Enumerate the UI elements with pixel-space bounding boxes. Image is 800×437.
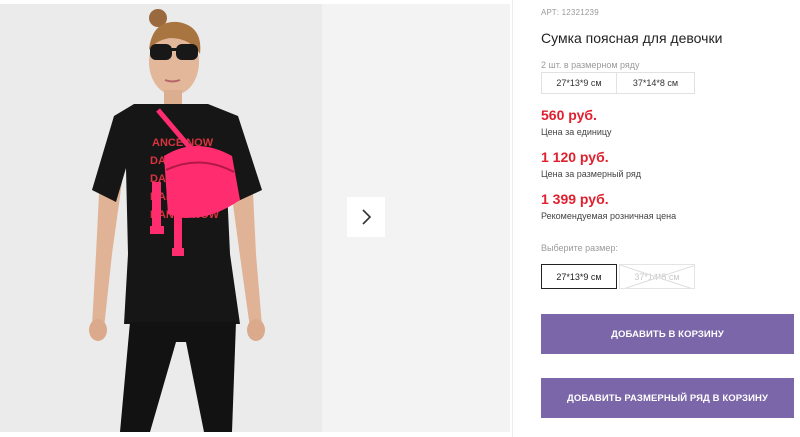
pack-label: 2 шт. в размерном ряду <box>541 60 640 70</box>
product-gallery: ANCE NOW DANCE NOW DANCE NOW DANCE NOW D… <box>0 0 520 437</box>
retail-price-note: Рекомендуемая розничная цена <box>541 211 677 221</box>
unit-price: 560 руб. <box>541 107 597 123</box>
column-divider <box>512 0 513 437</box>
gallery-next-button[interactable] <box>347 197 385 237</box>
size-options: 27*13*9 см 37*14*8 см <box>541 264 695 289</box>
add-to-cart-button[interactable]: ДОБАВИТЬ В КОРЗИНУ <box>541 314 794 354</box>
strike-through-icon <box>620 265 694 288</box>
product-photo[interactable]: ANCE NOW DANCE NOW DANCE NOW DANCE NOW D… <box>0 4 322 432</box>
pack-size-chip: 27*13*9 см <box>541 72 617 94</box>
pack-sizes: 27*13*9 см 37*14*8 см <box>541 72 695 94</box>
chevron-right-icon <box>362 209 372 225</box>
add-pack-to-cart-button[interactable]: ДОБАВИТЬ РАЗМЕРНЫЙ РЯД В КОРЗИНУ <box>541 378 794 418</box>
size-option-unavailable[interactable]: 37*14*8 см <box>619 264 695 289</box>
size-select-label: Выберите размер: <box>541 243 618 253</box>
pack-price: 1 120 руб. <box>541 149 609 165</box>
pack-price-note: Цена за размерный ряд <box>541 169 642 179</box>
size-option-selected[interactable]: 27*13*9 см <box>541 264 617 289</box>
retail-price: 1 399 руб. <box>541 191 609 207</box>
pack-size-chip: 37*14*8 см <box>617 72 695 94</box>
article-number: АРТ: 12321239 <box>541 8 599 17</box>
product-title: Сумка поясная для девочки <box>541 30 723 46</box>
unit-price-note: Цена за единицу <box>541 127 612 137</box>
